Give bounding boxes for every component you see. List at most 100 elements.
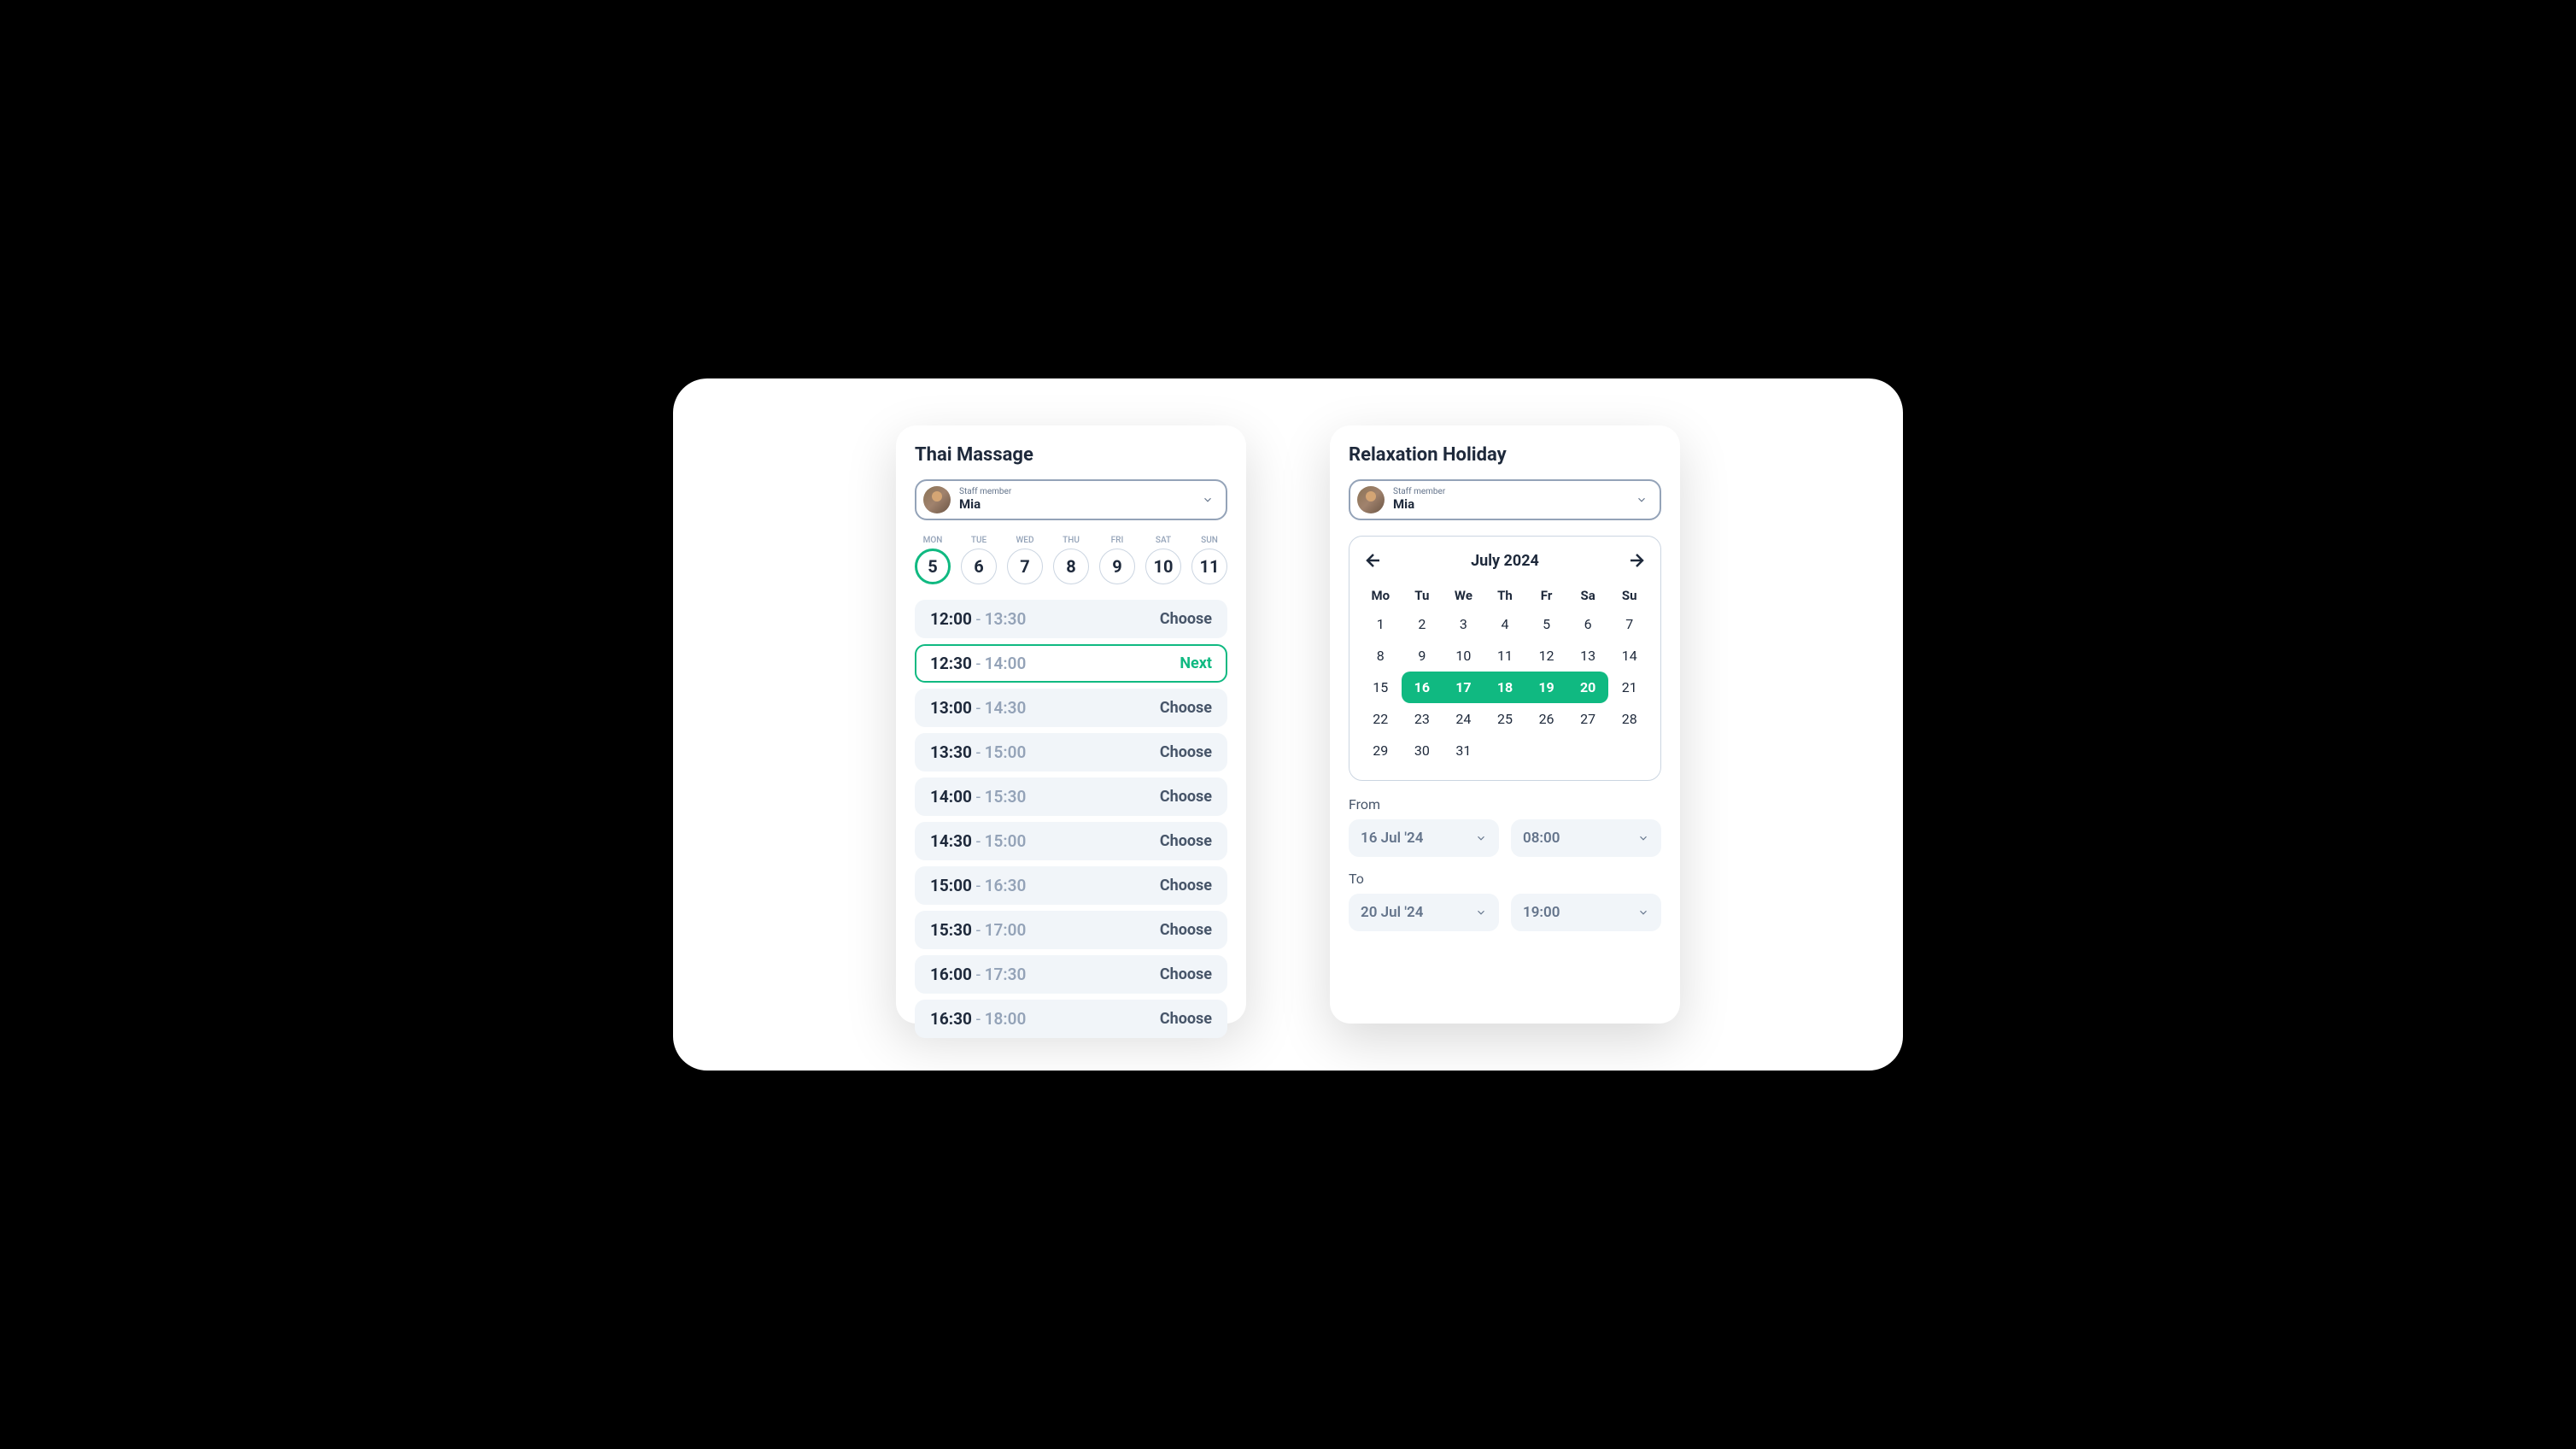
calendar-month: July 2024 bbox=[1471, 552, 1539, 570]
time-slot[interactable]: 15:30 - 17:00Choose bbox=[915, 911, 1227, 949]
slot-time: 15:00 - 16:30 bbox=[930, 876, 1026, 895]
time-slot[interactable]: 14:30 - 15:00 Choose bbox=[915, 822, 1227, 860]
calendar-day[interactable]: 3 bbox=[1443, 608, 1484, 640]
calendar-day[interactable]: 8 bbox=[1360, 640, 1402, 672]
slot-time: 16:00 - 17:30 bbox=[930, 965, 1026, 984]
card-relaxation-holiday: Relaxation Holiday Staff member Mia July… bbox=[1330, 425, 1680, 1024]
calendar-day[interactable]: 28 bbox=[1608, 703, 1650, 735]
slot-time: 13:30 - 15:00 bbox=[930, 742, 1026, 762]
day-label: TUE bbox=[971, 536, 986, 545]
slot-action: Choose bbox=[1160, 743, 1212, 761]
day-label: SUN bbox=[1201, 536, 1218, 545]
staff-info: Staff member Mia bbox=[959, 488, 1193, 512]
day-column: WED7 bbox=[1007, 536, 1043, 584]
calendar-day[interactable]: 29 bbox=[1360, 735, 1402, 766]
day-number[interactable]: 10 bbox=[1145, 549, 1181, 584]
from-time-picker[interactable]: 08:00 bbox=[1511, 819, 1661, 857]
card-thai-massage: Thai Massage Staff member Mia MON 5 TUE 6 WE… bbox=[896, 425, 1246, 1024]
slot-time: 14:00 - 15:30 bbox=[930, 787, 1026, 807]
calendar-day[interactable]: 24 bbox=[1443, 703, 1484, 735]
calendar-day[interactable]: 4 bbox=[1484, 608, 1526, 640]
calendar-day[interactable]: 5 bbox=[1525, 608, 1567, 640]
calendar-day[interactable]: 31 bbox=[1443, 735, 1484, 766]
from-date-value: 16 Jul '24 bbox=[1361, 830, 1423, 847]
calendar-day[interactable]: 9 bbox=[1402, 640, 1443, 672]
chevron-down-icon bbox=[1475, 906, 1487, 918]
slot-action: Choose bbox=[1160, 965, 1212, 983]
calendar-day[interactable]: 26 bbox=[1525, 703, 1567, 735]
slot-time: 14:30 - 15:00 bbox=[930, 831, 1026, 851]
calendar-day-header: Mo bbox=[1360, 583, 1402, 608]
day-number[interactable]: 11 bbox=[1191, 549, 1227, 584]
slot-time: 12:30 - 14:00 bbox=[930, 654, 1026, 673]
calendar-day[interactable]: 17 bbox=[1443, 672, 1484, 703]
calendar-day-header: Sa bbox=[1567, 583, 1609, 608]
calendar-day[interactable]: 25 bbox=[1484, 703, 1526, 735]
card-title: Thai Massage bbox=[915, 444, 1227, 466]
days-row: MON5TUE6WED7THU8FRI9SAT10SUN11 bbox=[915, 536, 1227, 584]
arrow-right-icon[interactable] bbox=[1626, 550, 1647, 571]
calendar-day[interactable]: 6 bbox=[1567, 608, 1609, 640]
day-number[interactable]: 9 bbox=[1099, 549, 1135, 584]
staff-name: Mia bbox=[1393, 496, 1627, 512]
calendar-day[interactable]: 30 bbox=[1402, 735, 1443, 766]
calendar-day[interactable]: 22 bbox=[1360, 703, 1402, 735]
to-label: To bbox=[1349, 871, 1661, 887]
day-label: MON bbox=[923, 536, 943, 545]
to-date-picker[interactable]: 20 Jul '24 bbox=[1349, 894, 1499, 931]
to-time-picker[interactable]: 19:00 bbox=[1511, 894, 1661, 931]
calendar-day[interactable]: 13 bbox=[1567, 640, 1609, 672]
staff-name: Mia bbox=[959, 496, 1193, 512]
time-slot[interactable]: 15:00 - 16:30Choose bbox=[915, 866, 1227, 905]
staff-selector[interactable]: Staff member Mia bbox=[1349, 479, 1661, 520]
time-slot[interactable]: 13:00 - 14:30Choose bbox=[915, 689, 1227, 727]
slot-action: Choose bbox=[1160, 1010, 1212, 1028]
card-title: Relaxation Holiday bbox=[1349, 444, 1661, 466]
to-time-value: 19:00 bbox=[1523, 904, 1560, 921]
arrow-left-icon[interactable] bbox=[1363, 550, 1384, 571]
calendar-day[interactable]: 2 bbox=[1402, 608, 1443, 640]
time-slot[interactable]: 13:30 - 15:00 Choose bbox=[915, 733, 1227, 771]
day-number[interactable]: 8 bbox=[1053, 549, 1089, 584]
calendar-day[interactable]: 7 bbox=[1608, 608, 1650, 640]
calendar-day[interactable]: 19 bbox=[1525, 672, 1567, 703]
calendar-day[interactable]: 18 bbox=[1484, 672, 1526, 703]
canvas: Thai Massage Staff member Mia MON 5 TUE 6 WE… bbox=[673, 378, 1903, 1071]
day-number[interactable]: 6 bbox=[961, 549, 997, 584]
day-number[interactable]: 7 bbox=[1007, 549, 1043, 584]
staff-selector[interactable]: Staff member Mia bbox=[915, 479, 1227, 520]
day-column: TUE 6 bbox=[961, 536, 997, 584]
calendar-day bbox=[1567, 735, 1609, 766]
time-slot[interactable]: 14:00 - 15:30Choose bbox=[915, 777, 1227, 816]
calendar-day-header: Th bbox=[1484, 583, 1526, 608]
time-slot[interactable]: 16:30 - 18:00 Choose bbox=[915, 1000, 1227, 1038]
calendar-grid: MoTuWeThFrSaSu12345678910111213141516171… bbox=[1360, 583, 1650, 766]
calendar-day[interactable]: 21 bbox=[1608, 672, 1650, 703]
time-slot[interactable]: 12:00 - 13:30Choose bbox=[915, 600, 1227, 638]
calendar-day-header: We bbox=[1443, 583, 1484, 608]
calendar-day[interactable]: 27 bbox=[1567, 703, 1609, 735]
chevron-down-icon bbox=[1637, 906, 1649, 918]
day-number[interactable]: 5 bbox=[915, 549, 951, 584]
calendar-day[interactable]: 15 bbox=[1360, 672, 1402, 703]
calendar-header: July 2024 bbox=[1360, 550, 1650, 571]
time-slot[interactable]: 12:30 - 14:00Next bbox=[915, 644, 1227, 683]
calendar-day[interactable]: 12 bbox=[1525, 640, 1567, 672]
calendar-day[interactable]: 16 bbox=[1402, 672, 1443, 703]
calendar-day[interactable]: 23 bbox=[1402, 703, 1443, 735]
calendar: July 2024 MoTuWeThFrSaSu1234567891011121… bbox=[1349, 536, 1661, 781]
chevron-down-icon bbox=[1637, 832, 1649, 844]
slot-action: Choose bbox=[1160, 699, 1212, 717]
calendar-day[interactable]: 1 bbox=[1360, 608, 1402, 640]
slot-action: Choose bbox=[1160, 832, 1212, 850]
from-time-value: 08:00 bbox=[1523, 830, 1560, 847]
calendar-day[interactable]: 11 bbox=[1484, 640, 1526, 672]
calendar-day[interactable]: 20 bbox=[1567, 672, 1609, 703]
from-date-picker[interactable]: 16 Jul '24 bbox=[1349, 819, 1499, 857]
slots-list: 12:00 - 13:30Choose 12:30 - 14:00Next 13:0… bbox=[915, 600, 1227, 1038]
slot-time: 16:30 - 18:00 bbox=[930, 1009, 1026, 1029]
calendar-day[interactable]: 10 bbox=[1443, 640, 1484, 672]
calendar-day bbox=[1484, 735, 1526, 766]
calendar-day[interactable]: 14 bbox=[1608, 640, 1650, 672]
time-slot[interactable]: 16:00 - 17:30 Choose bbox=[915, 955, 1227, 994]
